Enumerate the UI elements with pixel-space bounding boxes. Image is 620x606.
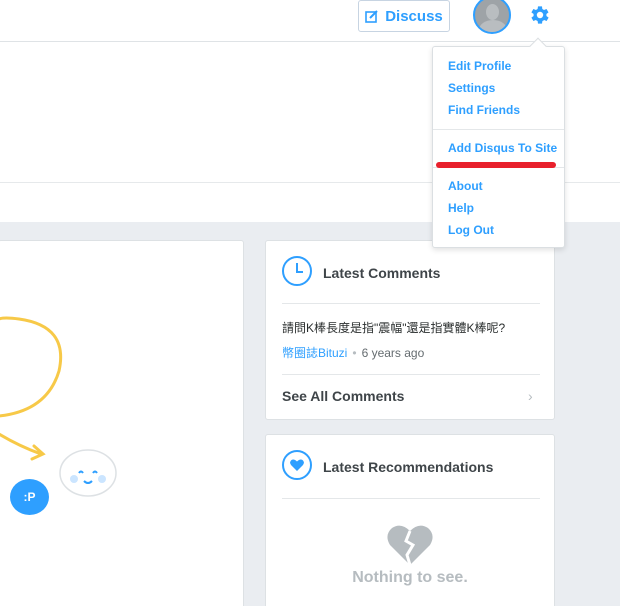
chat-bubble: :P xyxy=(10,479,49,515)
menu-item-edit-profile[interactable]: Edit Profile xyxy=(448,59,511,73)
highlight-underline xyxy=(436,162,556,168)
comment-author-link[interactable]: 幣圈誌Bituzi xyxy=(282,346,347,360)
empty-state-text: Nothing to see. xyxy=(352,569,468,586)
comment-time: 6 years ago xyxy=(361,346,425,360)
user-avatar[interactable] xyxy=(473,0,511,34)
menu-item-settings[interactable]: Settings xyxy=(448,81,495,95)
discuss-button[interactable]: Discuss xyxy=(358,0,450,32)
main-card xyxy=(0,240,244,606)
latest-comments-card: Latest Comments 請問K棒長度是指"震幅"還是指實體K棒呢? 幣圈… xyxy=(265,240,555,420)
settings-dropdown-menu: Edit Profile Settings Find Friends Add D… xyxy=(432,37,565,248)
comment-text[interactable]: 請問K棒長度是指"震幅"還是指實體K棒呢? xyxy=(282,319,505,336)
menu-item-find-friends[interactable]: Find Friends xyxy=(448,103,520,117)
top-navbar: Discuss xyxy=(0,0,620,42)
latest-recommendations-title: Latest Recommendations xyxy=(323,459,494,475)
menu-item-about[interactable]: About xyxy=(448,179,483,193)
menu-item-log-out[interactable]: Log Out xyxy=(448,223,494,237)
broken-heart-icon xyxy=(387,525,433,566)
menu-item-help[interactable]: Help xyxy=(448,201,474,215)
edit-icon xyxy=(365,10,378,23)
illustration xyxy=(0,316,117,497)
discuss-label: Discuss xyxy=(385,7,443,25)
comment-meta: 幣圈誌Bituzi • 6 years ago xyxy=(282,346,425,360)
heart-circle-icon xyxy=(282,450,312,480)
gear-icon[interactable] xyxy=(527,3,551,27)
latest-recommendations-card: Latest Recommendations Nothing to see. xyxy=(265,434,555,606)
latest-comments-title: Latest Comments xyxy=(323,265,441,281)
see-all-comments-link[interactable]: See All Comments xyxy=(282,388,404,404)
chevron-right-icon[interactable]: › xyxy=(528,388,533,404)
menu-item-add-disqus-to-site[interactable]: Add Disqus To Site xyxy=(448,141,557,155)
clock-icon xyxy=(282,256,312,286)
smiley-face-icon xyxy=(59,449,117,497)
